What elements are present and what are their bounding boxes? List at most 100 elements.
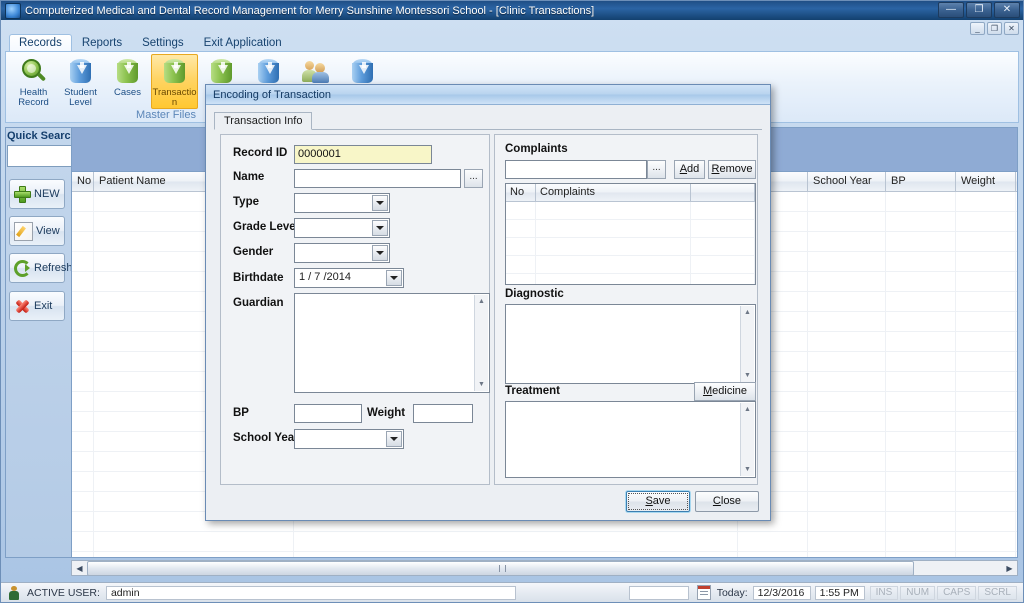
grid-horizontal-scrollbar[interactable]: ◀ ▶ bbox=[71, 560, 1018, 576]
complaints-browse-button[interactable]: ... bbox=[647, 160, 666, 179]
complaints-column-blank[interactable] bbox=[691, 184, 755, 201]
record-id-label: Record ID bbox=[233, 147, 288, 159]
sidebar-button-label: Refresh bbox=[34, 262, 73, 274]
tab-transaction-info[interactable]: Transaction Info bbox=[214, 112, 313, 130]
chevron-down-icon[interactable] bbox=[386, 431, 402, 447]
chevron-down-icon[interactable] bbox=[372, 220, 388, 236]
weight-label: Weight bbox=[367, 407, 406, 419]
grid-column-school-year[interactable]: School Year bbox=[808, 172, 886, 191]
list-item[interactable] bbox=[506, 274, 755, 284]
red-x-icon bbox=[14, 298, 31, 315]
window-restore-button[interactable]: ❐ bbox=[966, 2, 992, 18]
scroll-right-arrow-icon[interactable]: ▶ bbox=[1002, 561, 1017, 575]
chevron-down-icon[interactable] bbox=[372, 245, 388, 261]
list-item[interactable] bbox=[506, 220, 755, 238]
chevron-down-icon[interactable] bbox=[386, 270, 402, 286]
list-item[interactable] bbox=[506, 202, 755, 220]
today-time-value: 1:55 PM bbox=[814, 585, 865, 600]
grid-column-no[interactable]: No bbox=[72, 172, 94, 191]
scroll-down-arrow-icon[interactable]: ▼ bbox=[475, 378, 488, 391]
active-user-label: ACTIVE USER: bbox=[27, 586, 100, 599]
complaints-column-no[interactable]: No bbox=[506, 184, 536, 201]
ribbon-button-transaction[interactable]: Transaction bbox=[151, 54, 198, 109]
status-flag-caps: CAPS bbox=[937, 585, 977, 600]
complaints-add-button[interactable]: Add bbox=[674, 160, 705, 179]
ribbon-button-label: Transaction bbox=[152, 87, 197, 108]
main-window-frame: Computerized Medical and Dental Record M… bbox=[0, 0, 1024, 603]
sidebar-button-label: Exit bbox=[34, 300, 53, 312]
complaints-grid[interactable]: No Complaints bbox=[505, 183, 756, 285]
school-year-combobox[interactable] bbox=[294, 429, 404, 449]
menu-item-records[interactable]: Records bbox=[9, 34, 72, 52]
complaints-column-complaints[interactable]: Complaints bbox=[536, 184, 691, 201]
name-field[interactable] bbox=[294, 169, 461, 188]
record-id-field[interactable]: 0000001 bbox=[294, 145, 432, 164]
people-icon bbox=[301, 58, 330, 86]
grid-column-bp[interactable]: BP bbox=[886, 172, 956, 191]
sidebar-button-exit[interactable]: Exit bbox=[9, 291, 65, 321]
diagnostic-scrollbar[interactable]: ▲ ▼ bbox=[740, 306, 754, 382]
complaints-input[interactable] bbox=[505, 160, 647, 179]
cube-green-icon bbox=[208, 58, 236, 86]
birthdate-datepicker[interactable]: 1 / 7 /2014 bbox=[294, 268, 404, 288]
window-minimize-button[interactable]: — bbox=[938, 2, 964, 18]
window-close-button[interactable]: ✕ bbox=[994, 2, 1020, 18]
chevron-down-icon[interactable] bbox=[372, 195, 388, 211]
treatment-scrollbar[interactable]: ▲ ▼ bbox=[740, 403, 754, 476]
sidebar-button-label: View bbox=[36, 225, 60, 237]
app-logo-icon bbox=[5, 2, 21, 19]
scroll-up-arrow-icon[interactable]: ▲ bbox=[475, 295, 488, 308]
school-year-label: School Year bbox=[233, 432, 299, 444]
close-button-label: Close bbox=[712, 495, 742, 507]
magnifier-green-icon bbox=[20, 58, 48, 86]
scroll-down-arrow-icon[interactable]: ▼ bbox=[741, 369, 754, 382]
menu-item-exit-application[interactable]: Exit Application bbox=[194, 35, 292, 52]
bp-field[interactable] bbox=[294, 404, 362, 423]
scroll-up-arrow-icon[interactable]: ▲ bbox=[741, 403, 754, 416]
status-flag-num: NUM bbox=[900, 585, 936, 600]
menu-item-settings[interactable]: Settings bbox=[132, 35, 194, 52]
scrollbar-thumb[interactable] bbox=[87, 560, 914, 576]
ribbon-button-student-level[interactable]: Student Level bbox=[57, 54, 104, 109]
ribbon-button-cases[interactable]: Cases bbox=[104, 54, 151, 106]
guardian-textarea[interactable]: ▲ ▼ bbox=[294, 293, 490, 393]
treatment-textarea[interactable]: ▲ ▼ bbox=[505, 401, 756, 478]
medicine-button[interactable]: Medicine bbox=[694, 382, 756, 401]
grade-level-combobox[interactable] bbox=[294, 218, 390, 238]
birthdate-value: 1 / 7 /2014 bbox=[299, 271, 351, 283]
scroll-down-arrow-icon[interactable]: ▼ bbox=[741, 463, 754, 476]
gender-combobox[interactable] bbox=[294, 243, 390, 263]
type-combobox[interactable] bbox=[294, 193, 390, 213]
ribbon-button-health-record[interactable]: Health Record bbox=[10, 54, 57, 109]
grid-column-weight[interactable]: Weight bbox=[956, 172, 1016, 191]
sidebar-button-view[interactable]: View bbox=[9, 216, 65, 246]
complaints-remove-button[interactable]: Remove bbox=[708, 160, 756, 179]
guardian-scrollbar[interactable]: ▲ ▼ bbox=[474, 295, 488, 391]
weight-field[interactable] bbox=[413, 404, 473, 423]
birthdate-label: Birthdate bbox=[233, 272, 284, 284]
plus-icon bbox=[14, 185, 31, 203]
save-button[interactable]: Save bbox=[626, 491, 690, 512]
cube-green-icon bbox=[114, 58, 142, 86]
scroll-up-arrow-icon[interactable]: ▲ bbox=[741, 306, 754, 319]
table-row[interactable] bbox=[72, 532, 1017, 552]
calendar-icon bbox=[696, 585, 711, 600]
name-browse-button[interactable]: ... bbox=[464, 169, 483, 188]
ribbon-button-label: Health Record bbox=[18, 87, 49, 108]
list-item[interactable] bbox=[506, 256, 755, 274]
menu-item-reports[interactable]: Reports bbox=[72, 35, 132, 52]
scroll-left-arrow-icon[interactable]: ◀ bbox=[72, 561, 87, 575]
statusbar-blank-field bbox=[628, 585, 689, 600]
dialog-titlebar: Encoding of Transaction bbox=[206, 85, 770, 105]
sidebar-button-new[interactable]: NEW bbox=[9, 179, 65, 209]
close-button[interactable]: Close bbox=[695, 491, 759, 512]
grade-level-label: Grade Level bbox=[233, 221, 299, 233]
sidebar-button-refresh[interactable]: Refresh bbox=[9, 253, 73, 283]
table-row[interactable] bbox=[72, 552, 1017, 557]
statusbar: ACTIVE USER: admin Today: 12/3/2016 1:55… bbox=[1, 582, 1023, 602]
cube-green-icon bbox=[161, 58, 189, 86]
list-item[interactable] bbox=[506, 238, 755, 256]
dialog-body: Transaction Info Record ID 0000001 Name … bbox=[206, 105, 770, 520]
diagnostic-title: Diagnostic bbox=[505, 288, 564, 300]
diagnostic-textarea[interactable]: ▲ ▼ bbox=[505, 304, 756, 384]
